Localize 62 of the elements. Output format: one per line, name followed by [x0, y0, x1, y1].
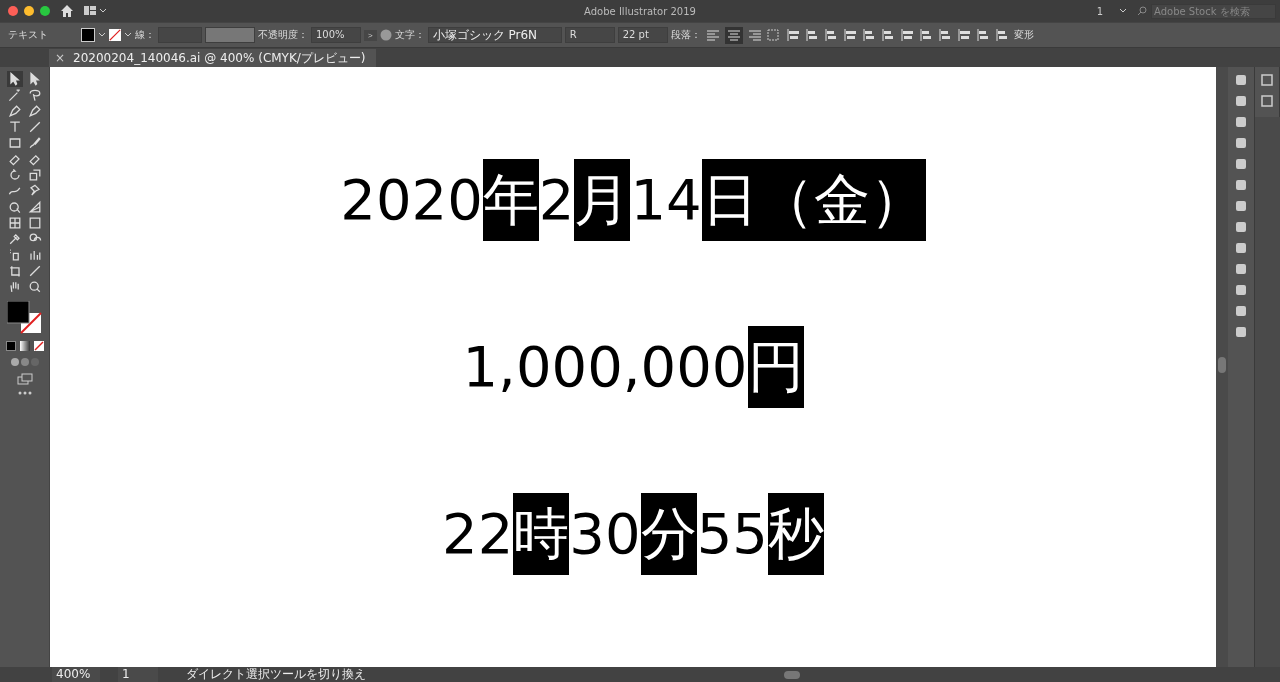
window-title: Adobe Illustrator 2019 [584, 5, 696, 17]
wand-icon[interactable] [6, 87, 23, 103]
artboard-text: 2 [538, 166, 575, 234]
opacity-field[interactable]: 100% [311, 27, 361, 43]
caret-icon[interactable] [98, 32, 106, 38]
fill-swatch[interactable] [81, 28, 95, 42]
align-center-icon[interactable] [805, 28, 820, 42]
fill-stroke-icon[interactable] [6, 301, 43, 335]
draw-modes-icon[interactable] [9, 357, 40, 367]
selection-arrow-icon[interactable] [6, 71, 23, 87]
color-mode-button[interactable] [5, 341, 16, 351]
stroke-label: 線： [135, 28, 155, 42]
artboard-text: 月 [574, 159, 631, 241]
opacity-label: 不透明度： [258, 28, 308, 42]
font-style-field[interactable]: R [564, 27, 615, 43]
zoom-window-button[interactable] [40, 6, 50, 16]
workspace-layout-icon[interactable] [84, 6, 106, 16]
artboard-text: 時 [513, 493, 570, 575]
brush-field[interactable] [205, 27, 255, 43]
paragraph-label[interactable]: 段落： [670, 28, 701, 42]
align-center-button[interactable] [724, 26, 743, 44]
artboard-text: 1,000,000 [462, 333, 748, 401]
character-label[interactable]: 文字： [394, 28, 425, 42]
selection-type-label: テキスト [8, 28, 49, 42]
zoom-field[interactable]: 400% [52, 667, 100, 682]
artboard-text: 30 [569, 500, 641, 568]
align-right-icon[interactable] [824, 28, 839, 42]
home-icon[interactable] [60, 4, 74, 18]
artboard-text: 日（金） [701, 159, 926, 241]
close-tab-button[interactable]: × [55, 51, 66, 65]
opacity-options-button[interactable]: > [364, 29, 377, 41]
globe-icon[interactable] [379, 29, 392, 41]
more-icon[interactable] [17, 391, 32, 395]
search-icon [1137, 6, 1149, 16]
stroke-swatch[interactable] [109, 29, 121, 41]
artboard-text: 22 [442, 500, 514, 568]
minimize-window-button[interactable] [24, 6, 34, 16]
status-text: ダイレクト選択ツールを切り換え [186, 667, 366, 682]
artboard-number-field[interactable]: 1 [118, 667, 158, 682]
scrollbar-thumb[interactable] [1218, 357, 1226, 373]
scrollbar-thumb[interactable] [784, 670, 800, 679]
caret-icon[interactable] [124, 32, 132, 38]
pen-icon[interactable] [26, 103, 43, 119]
workspace-dropdown[interactable]: 1 [1090, 4, 1109, 18]
artboard-text: 2020 [340, 166, 483, 234]
artboard-text: 年 [482, 159, 539, 241]
transform-link[interactable]: 変形 [1013, 28, 1034, 42]
none-mode-button[interactable] [33, 341, 44, 351]
artboard-text: 円 [747, 326, 804, 408]
gradient-mode-button[interactable] [19, 341, 30, 351]
pen-icon[interactable] [6, 103, 23, 119]
caret-icon[interactable] [1119, 8, 1127, 14]
artboard-text: 14 [630, 166, 702, 234]
font-size-field[interactable]: 22 pt [617, 27, 668, 43]
font-family-field[interactable]: 小塚ゴシック Pr6N [427, 27, 562, 43]
artboard-text: 分 [640, 493, 697, 575]
artboard-text: 秒 [767, 493, 824, 575]
document-tab[interactable]: × 20200204_140046.ai @ 400% (CMYK/プレビュー) [49, 49, 376, 67]
screen-mode-icon[interactable] [16, 373, 33, 385]
artboard-text: 55 [696, 500, 768, 568]
close-window-button[interactable] [8, 6, 18, 16]
align-left-icon[interactable] [786, 28, 801, 42]
